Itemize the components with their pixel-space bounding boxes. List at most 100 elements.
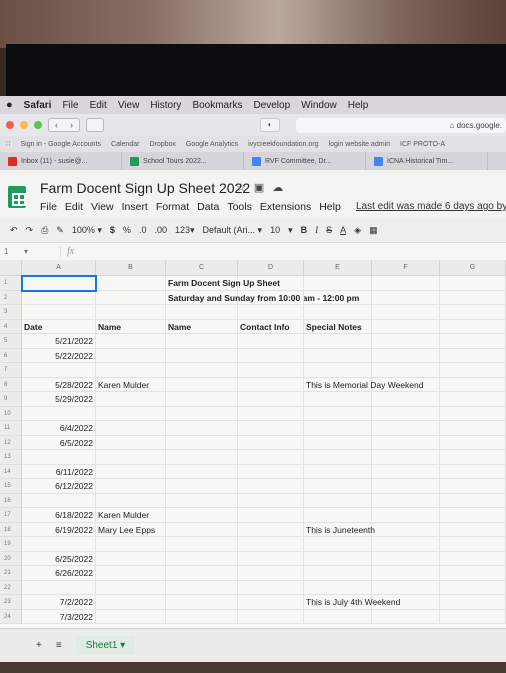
cell-b17[interactable]: Karen Mulder (96, 508, 166, 523)
bookmark-item[interactable]: ivycreekfoundation.org (248, 141, 318, 148)
doc-title[interactable]: Farm Docent Sign Up Sheet 2022 (40, 180, 250, 196)
cell-d19[interactable] (238, 537, 304, 552)
column-header-c[interactable]: C (166, 260, 238, 276)
cell-e13[interactable] (304, 450, 372, 465)
cell-c10[interactable] (166, 406, 238, 421)
cell-d22[interactable] (238, 580, 304, 595)
cell-g2[interactable] (440, 290, 506, 305)
cell-e24[interactable] (304, 609, 372, 624)
cell-e5[interactable] (304, 334, 372, 349)
row-header[interactable]: 20 (0, 551, 22, 566)
cell-a16[interactable] (22, 493, 96, 508)
cell-f6[interactable] (372, 348, 440, 363)
print-icon[interactable]: ⎙ (41, 225, 48, 236)
cell-d11[interactable] (238, 421, 304, 436)
cell-b24[interactable] (96, 609, 166, 624)
menu-history[interactable]: History (150, 100, 181, 111)
row-header[interactable]: 3 (0, 305, 22, 320)
star-icon[interactable]: ☆ (236, 181, 246, 194)
doc-menu-insert[interactable]: Insert (122, 201, 148, 213)
cell-c9[interactable] (166, 392, 238, 407)
number-format-select[interactable]: 123▾ (175, 225, 195, 236)
sidebar-toggle-button[interactable] (86, 118, 104, 132)
cell-a19[interactable] (22, 537, 96, 552)
column-header-g[interactable]: G (440, 260, 506, 276)
paint-format-icon[interactable]: ✎ (56, 225, 64, 236)
cell-f19[interactable] (372, 537, 440, 552)
cell-b19[interactable] (96, 537, 166, 552)
column-header-d[interactable]: D (238, 260, 304, 276)
apple-icon[interactable]: ● (6, 99, 13, 111)
cell-b11[interactable] (96, 421, 166, 436)
cell-b1[interactable] (96, 276, 166, 291)
doc-menu-extensions[interactable]: Extensions (260, 201, 311, 213)
cell-c6[interactable] (166, 348, 238, 363)
cell-e7[interactable] (304, 363, 372, 378)
cell-c21[interactable] (166, 566, 238, 581)
row-header[interactable]: 7 (0, 363, 22, 378)
doc-menu-file[interactable]: File (40, 201, 57, 213)
italic-button[interactable]: I (315, 225, 318, 235)
cell-b21[interactable] (96, 566, 166, 581)
cell-g15[interactable] (440, 479, 506, 494)
strikethrough-button[interactable]: S (326, 225, 332, 235)
cell-g19[interactable] (440, 537, 506, 552)
column-header-e[interactable]: E (304, 260, 372, 276)
cell-c18[interactable] (166, 522, 238, 537)
cell-d18[interactable] (238, 522, 304, 537)
cell-a4[interactable]: Date (22, 319, 96, 334)
cell-f12[interactable] (372, 435, 440, 450)
cell-b6[interactable] (96, 348, 166, 363)
decrease-decimal-button[interactable]: .0 (139, 225, 147, 235)
cell-b9[interactable] (96, 392, 166, 407)
menu-window[interactable]: Window (301, 100, 337, 111)
cell-b15[interactable] (96, 479, 166, 494)
text-color-button[interactable]: A (340, 225, 346, 235)
cell-g7[interactable] (440, 363, 506, 378)
minimize-window-button[interactable] (20, 121, 28, 129)
cell-a17[interactable]: 6/18/2022 (22, 508, 96, 523)
cell-g8[interactable] (440, 377, 506, 392)
cell-b10[interactable] (96, 406, 166, 421)
font-size-select[interactable]: 10 (270, 225, 280, 235)
cell-d23[interactable] (238, 595, 304, 610)
cell-b3[interactable] (96, 305, 166, 320)
zoom-select[interactable]: 100% ▾ (72, 225, 102, 236)
close-window-button[interactable] (6, 121, 14, 129)
cell-a3[interactable] (22, 305, 96, 320)
cell-b12[interactable] (96, 435, 166, 450)
row-header[interactable]: 4 (0, 319, 22, 334)
cell-g6[interactable] (440, 348, 506, 363)
cell-e23[interactable]: This is July 4th Weekend (304, 595, 400, 610)
cell-c22[interactable] (166, 580, 238, 595)
bookmark-item[interactable]: Sign in - Google Accounts (20, 141, 101, 148)
cell-e8[interactable]: This is Memorial Day Weekend (304, 377, 423, 392)
cell-d13[interactable] (238, 450, 304, 465)
cell-f2[interactable] (372, 290, 440, 305)
font-size-dropdown-icon[interactable]: ▾ (288, 225, 293, 236)
cell-b5[interactable] (96, 334, 166, 349)
currency-button[interactable]: $ (110, 225, 115, 235)
doc-menu-data[interactable]: Data (197, 201, 219, 213)
cell-d4[interactable]: Contact Info (238, 319, 304, 334)
cell-d1[interactable] (238, 276, 304, 291)
row-header[interactable]: 10 (0, 406, 22, 421)
cell-b13[interactable] (96, 450, 166, 465)
sheets-logo-icon[interactable] (8, 186, 26, 208)
borders-icon[interactable]: ▦ (369, 225, 378, 236)
percent-button[interactable]: % (123, 225, 131, 235)
cell-e22[interactable] (304, 580, 372, 595)
select-all-corner[interactable] (0, 260, 22, 276)
cell-e12[interactable] (304, 435, 372, 450)
row-header[interactable]: 19 (0, 537, 22, 552)
cell-b23[interactable] (96, 595, 166, 610)
cell-c5[interactable] (166, 334, 238, 349)
cell-a24[interactable]: 7/3/2022 (22, 609, 96, 624)
cell-f20[interactable] (372, 551, 440, 566)
cell-a6[interactable]: 5/22/2022 (22, 348, 96, 363)
row-header[interactable]: 8 (0, 377, 22, 392)
cell-f14[interactable] (372, 464, 440, 479)
cell-a10[interactable] (22, 406, 96, 421)
cell-a21[interactable]: 6/26/2022 (22, 566, 96, 581)
cell-d21[interactable] (238, 566, 304, 581)
